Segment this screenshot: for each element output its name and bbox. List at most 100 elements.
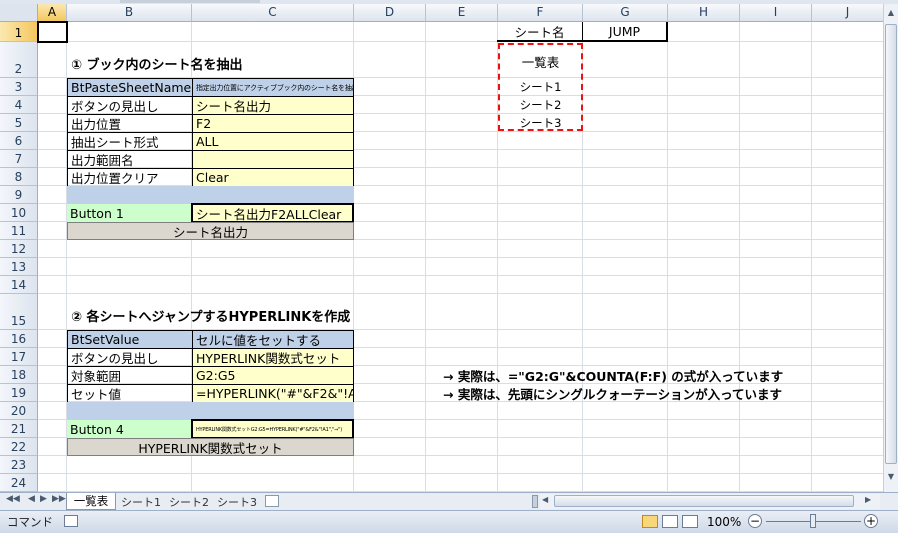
note-row-18: → 実際は、="G2:G"&COUNTA(F:F) の式が入っています bbox=[443, 368, 784, 384]
row-header-24[interactable]: 24 bbox=[0, 474, 38, 492]
row-header-12[interactable]: 12 bbox=[0, 240, 38, 258]
cell-b6[interactable]: 抽出シート形式 bbox=[67, 132, 193, 151]
row-header-18[interactable]: 18 bbox=[0, 366, 38, 384]
row-header-9[interactable]: 9 bbox=[0, 186, 38, 204]
cell-b7[interactable]: 出力範囲名 bbox=[67, 150, 193, 169]
scroll-left-icon[interactable]: ◀ bbox=[542, 495, 548, 504]
row-header-20[interactable]: 20 bbox=[0, 402, 38, 420]
cell-c6[interactable]: ALL bbox=[192, 132, 354, 151]
cell-b18[interactable]: 対象範囲 bbox=[67, 366, 193, 385]
cell-c3[interactable]: 指定出力位置にアクティブブック内のシート名を抽出 bbox=[192, 78, 354, 97]
normal-view-icon[interactable] bbox=[642, 515, 658, 528]
vertical-scrollbar[interactable]: ▲ ▼ bbox=[883, 4, 898, 492]
zoom-out-icon[interactable]: − bbox=[748, 514, 762, 528]
macro-record-icon[interactable] bbox=[64, 515, 78, 527]
insert-sheet-icon[interactable] bbox=[265, 495, 279, 507]
sheet-tab-sheet3[interactable]: シート3 bbox=[213, 494, 261, 509]
tab-split-handle[interactable] bbox=[532, 495, 538, 508]
tab-scroll-prev-icon[interactable]: ◀ bbox=[28, 494, 35, 504]
sheet-tab-ichiranhyo[interactable]: 一覧表 bbox=[66, 493, 116, 510]
row-header-16[interactable]: 16 bbox=[0, 330, 38, 348]
column-header-a[interactable]: A bbox=[38, 4, 67, 22]
cell-c18[interactable]: G2:G5 bbox=[192, 366, 354, 385]
cell-f3[interactable]: シート1 bbox=[499, 78, 582, 96]
row-header-19[interactable]: 19 bbox=[0, 384, 38, 402]
sheet-tab-sheet1[interactable]: シート1 bbox=[117, 494, 165, 509]
page-layout-view-icon[interactable] bbox=[662, 515, 678, 528]
column-header-j[interactable]: J bbox=[812, 4, 884, 22]
row-header-21[interactable]: 21 bbox=[0, 420, 38, 438]
column-header-f[interactable]: F bbox=[498, 4, 583, 22]
row-header-11[interactable]: 11 bbox=[0, 222, 38, 240]
row-header-6[interactable]: 6 bbox=[0, 132, 38, 150]
select-all-corner[interactable] bbox=[0, 4, 38, 22]
cell-b21[interactable]: Button 4 bbox=[67, 420, 192, 438]
horizontal-scrollbar[interactable]: ◀ ▶ bbox=[540, 494, 880, 509]
cell-c7[interactable] bbox=[192, 150, 354, 169]
column-header-d[interactable]: D bbox=[354, 4, 426, 22]
horizontal-scroll-thumb[interactable] bbox=[554, 495, 854, 507]
zoom-in-icon[interactable]: + bbox=[864, 514, 878, 528]
row-header-17[interactable]: 17 bbox=[0, 348, 38, 366]
row-header-7[interactable]: 7 bbox=[0, 150, 38, 168]
column-header-g[interactable]: G bbox=[583, 4, 668, 22]
zoom-level[interactable]: 100% bbox=[704, 513, 741, 531]
tab-scroll-last-icon[interactable]: ▶▶ bbox=[52, 494, 66, 504]
active-cell-a1[interactable] bbox=[37, 21, 68, 43]
row-header-22[interactable]: 22 bbox=[0, 438, 38, 456]
scroll-right-icon[interactable]: ▶ bbox=[865, 495, 871, 504]
sheet-tab-sheet2[interactable]: シート2 bbox=[165, 494, 213, 509]
cell-c4[interactable]: シート名出力 bbox=[192, 96, 354, 115]
separator-row-20 bbox=[67, 402, 354, 420]
separator-row-9 bbox=[67, 186, 354, 204]
cell-c17[interactable]: HYPERLINK関数式セット bbox=[192, 348, 354, 367]
tab-scroll-first-icon[interactable]: ◀◀ bbox=[6, 494, 20, 504]
cell-c8[interactable]: Clear bbox=[192, 168, 354, 187]
section1-title: ① ブック内のシート名を抽出 bbox=[71, 57, 243, 73]
page-break-view-icon[interactable] bbox=[682, 515, 698, 528]
row-header-23[interactable]: 23 bbox=[0, 456, 38, 474]
column-header-b[interactable]: B bbox=[67, 4, 192, 22]
cell-b10[interactable]: Button 1 bbox=[67, 204, 192, 222]
cell-b19[interactable]: セット値 bbox=[67, 384, 193, 403]
cell-c16[interactable]: セルに値をセットする bbox=[192, 330, 354, 349]
cell-c21[interactable]: HYPERLINK関数式セットG2:G5=HYPERLINK("#"&F2&"!… bbox=[191, 419, 354, 439]
cell-b5[interactable]: 出力位置 bbox=[67, 114, 193, 133]
cell-f5[interactable]: シート3 bbox=[499, 114, 582, 131]
row-header-14[interactable]: 14 bbox=[0, 276, 38, 294]
row-header-5[interactable]: 5 bbox=[0, 114, 38, 132]
row-header-8[interactable]: 8 bbox=[0, 168, 38, 186]
cell-f4[interactable]: シート2 bbox=[499, 96, 582, 114]
cell-c5[interactable]: F2 bbox=[192, 114, 354, 133]
cell-c10[interactable]: シート名出力F2ALLClear bbox=[191, 203, 354, 223]
cell-b4[interactable]: ボタンの見出し bbox=[67, 96, 193, 115]
row-header-1[interactable]: 1 bbox=[0, 22, 38, 42]
cell-g1[interactable]: JUMP bbox=[583, 22, 668, 42]
scroll-up-icon[interactable]: ▲ bbox=[886, 8, 896, 20]
vertical-scroll-thumb[interactable] bbox=[885, 24, 897, 464]
column-header-e[interactable]: E bbox=[426, 4, 498, 22]
zoom-slider-thumb[interactable] bbox=[810, 514, 816, 528]
scroll-down-icon[interactable]: ▼ bbox=[886, 472, 896, 484]
row-header-13[interactable]: 13 bbox=[0, 258, 38, 276]
row-header-15[interactable]: 15 bbox=[0, 294, 38, 330]
cell-b17[interactable]: ボタンの見出し bbox=[67, 348, 193, 367]
column-header-h[interactable]: H bbox=[668, 4, 740, 22]
cell-c19[interactable]: =HYPERLINK("#"&F2&"!A1","⇒") bbox=[192, 384, 354, 403]
row-header-4[interactable]: 4 bbox=[0, 96, 38, 114]
cell-b3[interactable]: BtPasteSheetName bbox=[67, 78, 193, 97]
row-header-3[interactable]: 3 bbox=[0, 78, 38, 96]
sheet-name-output-button[interactable]: シート名出力 bbox=[67, 222, 354, 240]
cell-f2[interactable]: 一覧表 bbox=[499, 52, 582, 70]
row-header-2[interactable]: 2 bbox=[0, 42, 38, 78]
column-header-c[interactable]: C bbox=[192, 4, 354, 22]
status-mode: コマンド bbox=[7, 515, 53, 529]
column-header-i[interactable]: I bbox=[740, 4, 812, 22]
tab-scroll-next-icon[interactable]: ▶ bbox=[40, 494, 47, 504]
cell-f1[interactable]: シート名 bbox=[497, 22, 583, 42]
status-bar: コマンド 100% − + bbox=[0, 510, 898, 533]
hyperlink-set-button[interactable]: HYPERLINK関数式セット bbox=[67, 438, 354, 456]
cell-b16[interactable]: BtSetValue bbox=[67, 330, 193, 349]
row-header-10[interactable]: 10 bbox=[0, 204, 38, 222]
cell-b8[interactable]: 出力位置クリア bbox=[67, 168, 193, 187]
